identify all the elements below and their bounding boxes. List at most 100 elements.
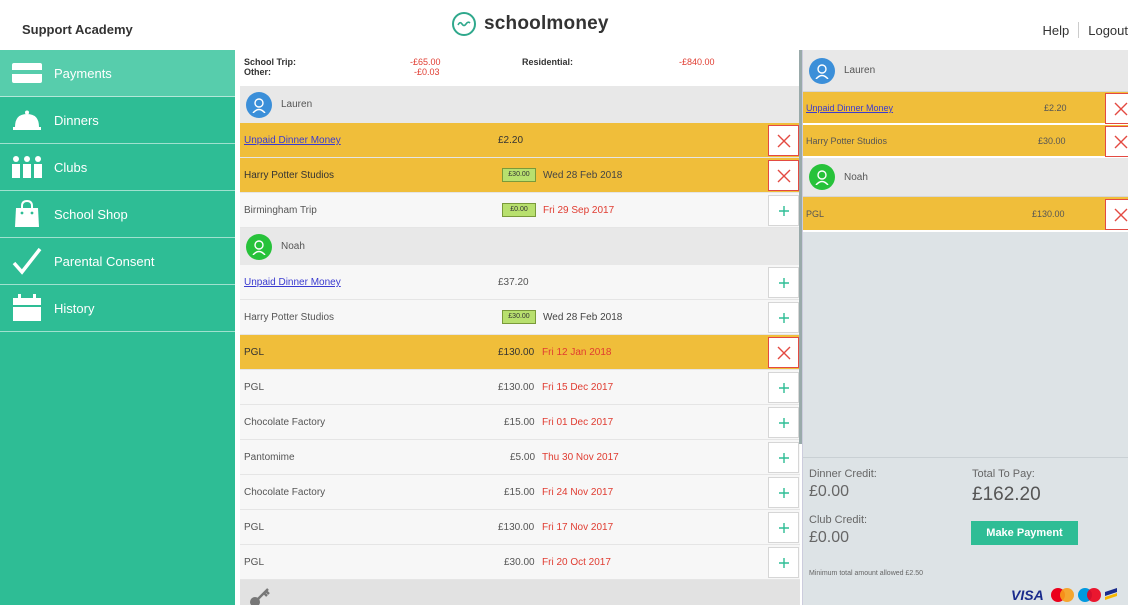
help-link[interactable]: Help bbox=[1042, 23, 1069, 38]
basket-item: Unpaid Dinner Money £2.20 bbox=[803, 92, 1128, 125]
logout-link[interactable]: Logout bbox=[1088, 23, 1128, 38]
remove-button[interactable] bbox=[1105, 199, 1128, 230]
plus-icon bbox=[778, 277, 789, 288]
amount-input[interactable]: £0.00 bbox=[502, 203, 536, 217]
sidebar-item-parental-consent[interactable]: Parental Consent bbox=[0, 238, 235, 285]
header-links: Help Logout bbox=[1042, 22, 1128, 38]
make-payment-button[interactable]: Make Payment bbox=[971, 521, 1078, 545]
amount-input[interactable]: £30.00 bbox=[502, 168, 536, 182]
remove-button[interactable] bbox=[768, 125, 799, 156]
payment-row: Birmingham Trip £0.00 Fri 29 Sep 2017 bbox=[240, 193, 800, 228]
sidebar-item-clubs[interactable]: Clubs bbox=[0, 144, 235, 191]
close-icon bbox=[777, 346, 790, 359]
mastercard-icon bbox=[1050, 588, 1075, 602]
payment-name: Harry Potter Studios bbox=[244, 312, 335, 323]
basket-item-name: Harry Potter Studios bbox=[806, 136, 888, 146]
dinner-credit-label: Dinner Credit: bbox=[809, 468, 877, 480]
plus-icon bbox=[778, 382, 789, 393]
payment-date: Fri 20 Oct 2017 bbox=[542, 557, 611, 568]
club-credit-label: Club Credit: bbox=[809, 514, 868, 526]
add-button[interactable] bbox=[768, 407, 799, 438]
payment-date: Fri 15 Dec 2017 bbox=[542, 382, 614, 393]
residential-value: -£840.00 bbox=[679, 57, 715, 67]
header-divider bbox=[1078, 22, 1080, 38]
payment-row: PGL £30.00 Fri 20 Oct 2017 bbox=[240, 545, 800, 580]
plus-icon bbox=[778, 452, 789, 463]
payment-amount: £30.00 bbox=[504, 557, 535, 568]
maestro-icon bbox=[1077, 588, 1102, 602]
other-value: -£0.03 bbox=[414, 67, 440, 77]
payments-list: School Trip: -£65.00 Other: -£0.03 Resid… bbox=[240, 50, 800, 605]
add-button[interactable] bbox=[768, 512, 799, 543]
remove-button[interactable] bbox=[1105, 93, 1128, 124]
remove-button[interactable] bbox=[768, 337, 799, 368]
basket-item: Harry Potter Studios £30.00 bbox=[803, 125, 1128, 158]
total-value: £162.20 bbox=[972, 484, 1041, 505]
calendar-icon bbox=[10, 293, 44, 323]
payment-amount: £37.20 bbox=[498, 277, 529, 288]
avatar bbox=[809, 57, 835, 84]
payment-date: Thu 30 Nov 2017 bbox=[542, 452, 619, 463]
basket-item-amount: £30.00 bbox=[1038, 136, 1066, 146]
school-trip-label: School Trip: bbox=[244, 57, 297, 67]
dinner-credit-value: £0.00 bbox=[809, 483, 850, 500]
basket-item: PGL £130.00 bbox=[803, 197, 1128, 232]
plus-icon bbox=[778, 487, 789, 498]
sidebar-item-school-shop[interactable]: School Shop bbox=[0, 191, 235, 238]
visa-logo: VISA bbox=[1011, 587, 1044, 603]
card-stripe-icon bbox=[1104, 588, 1117, 600]
child-name: Lauren bbox=[281, 99, 313, 110]
sidebar-item-label: Payments bbox=[54, 65, 112, 81]
payment-row: PGL £130.00 Fri 12 Jan 2018 bbox=[240, 335, 800, 370]
payment-row: Chocolate Factory £15.00 Fri 01 Dec 2017 bbox=[240, 405, 800, 440]
payment-name: Chocolate Factory bbox=[244, 417, 326, 428]
schoolmoney-logo[interactable]: schoolmoney bbox=[452, 12, 609, 36]
payment-amount: £2.20 bbox=[498, 135, 524, 146]
remove-button[interactable] bbox=[1105, 126, 1128, 157]
sidebar-item-dinners[interactable]: Dinners bbox=[0, 97, 235, 144]
payment-name: Birmingham Trip bbox=[244, 205, 317, 216]
sidebar-item-label: History bbox=[54, 300, 95, 316]
add-button[interactable] bbox=[768, 477, 799, 508]
school-name: Support Academy bbox=[22, 22, 133, 37]
basket-child-header-lauren: Lauren bbox=[803, 50, 1128, 92]
payment-row: Chocolate Factory £15.00 Fri 24 Nov 2017 bbox=[240, 475, 800, 510]
school-trip-value: -£65.00 bbox=[410, 57, 441, 67]
add-button[interactable] bbox=[768, 267, 799, 298]
payment-amount: £130.00 bbox=[498, 382, 535, 393]
top-header: Support Academy schoolmoney Help Logout bbox=[0, 0, 1128, 50]
shopping-bag-icon bbox=[10, 199, 44, 229]
key-icon bbox=[250, 588, 270, 605]
logo-wave-icon bbox=[452, 12, 476, 36]
payment-name: PGL bbox=[244, 382, 265, 393]
basket-item-link[interactable]: Unpaid Dinner Money bbox=[806, 103, 893, 113]
payment-row: PGL £130.00 Fri 17 Nov 2017 bbox=[240, 510, 800, 545]
basket-item-amount: £130.00 bbox=[1032, 209, 1065, 219]
sidebar-item-label: School Shop bbox=[54, 206, 128, 222]
basket-child-header-noah: Noah bbox=[803, 158, 1128, 197]
child-name: Lauren bbox=[844, 65, 876, 76]
add-button[interactable] bbox=[768, 302, 799, 333]
add-button[interactable] bbox=[768, 547, 799, 578]
payment-date: Fri 01 Dec 2017 bbox=[542, 417, 614, 428]
add-button[interactable] bbox=[768, 442, 799, 473]
remove-button[interactable] bbox=[768, 160, 799, 191]
plus-icon bbox=[778, 312, 789, 323]
basket-panel: Lauren Unpaid Dinner Money £2.20 Harry P… bbox=[802, 50, 1128, 605]
minimum-amount-note: Minimum total amount allowed £2.50 bbox=[809, 570, 924, 577]
payment-amount: £15.00 bbox=[504, 487, 535, 498]
sidebar-item-history[interactable]: History bbox=[0, 285, 235, 332]
payment-row: Harry Potter Studios £30.00 Wed 28 Feb 2… bbox=[240, 300, 800, 335]
payment-name-link[interactable]: Unpaid Dinner Money bbox=[244, 135, 341, 146]
payment-name-link[interactable]: Unpaid Dinner Money bbox=[244, 277, 341, 288]
checkmark-icon bbox=[10, 246, 44, 276]
amount-input[interactable]: £30.00 bbox=[502, 310, 536, 324]
balance-summary: School Trip: -£65.00 Other: -£0.03 Resid… bbox=[240, 50, 800, 86]
basket-item-name: PGL bbox=[806, 209, 825, 219]
payment-row: Unpaid Dinner Money £37.20 bbox=[240, 265, 800, 300]
add-button[interactable] bbox=[768, 372, 799, 403]
total-label: Total To Pay: bbox=[972, 468, 1035, 480]
close-icon bbox=[1114, 102, 1127, 115]
sidebar-item-payments[interactable]: Payments bbox=[0, 50, 235, 97]
add-button[interactable] bbox=[768, 195, 799, 226]
